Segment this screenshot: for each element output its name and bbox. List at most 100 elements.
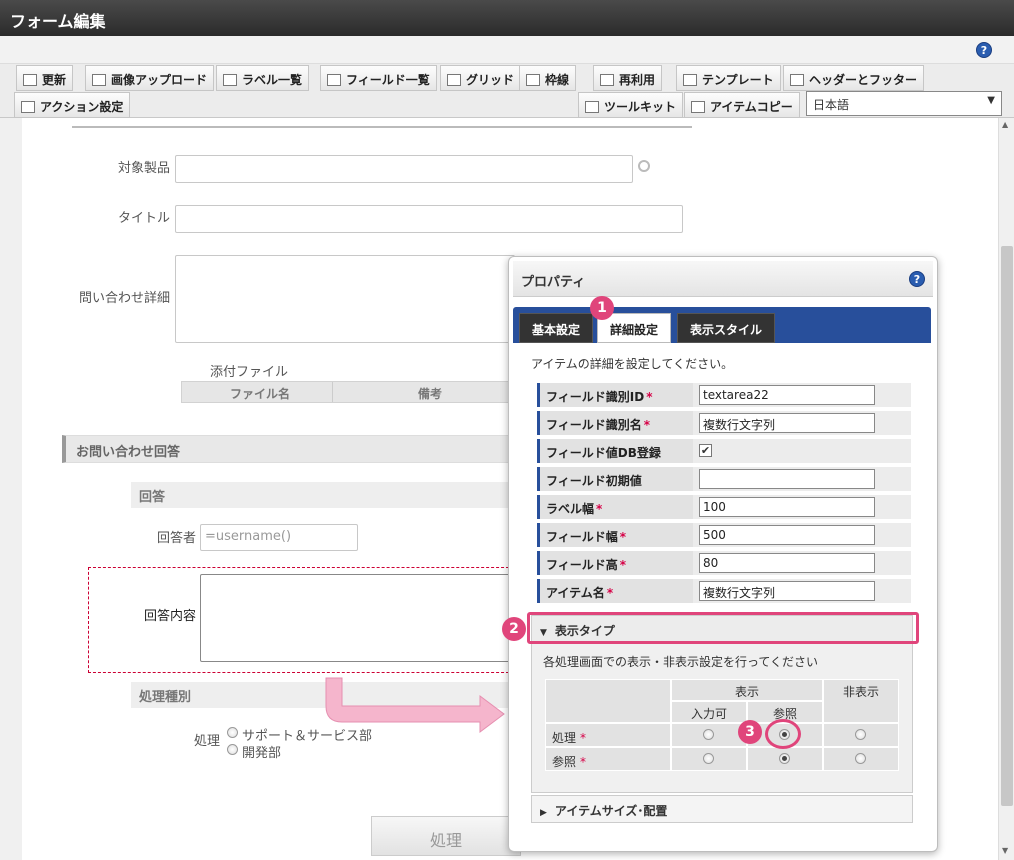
target-product-label: 対象製品 xyxy=(117,161,170,176)
property-label: アイテム名 * xyxy=(537,579,693,603)
toolbar-button-template[interactable]: テンプレート xyxy=(676,65,781,91)
property-tabs: 基本設定 詳細設定 表示スタイル xyxy=(513,307,931,343)
target-product-input[interactable] xyxy=(175,155,633,183)
display-radio-input[interactable] xyxy=(703,729,714,740)
property-input[interactable]: 500 xyxy=(699,525,875,545)
display-radio-hide[interactable] xyxy=(855,753,866,764)
property-row: フィールド識別ID * textarea22 xyxy=(537,383,911,407)
grid-icon xyxy=(447,74,461,86)
item-size-header[interactable]: ▶ アイテムサイズ･配置 xyxy=(531,795,913,823)
top-divider xyxy=(72,126,692,128)
display-radio-hide[interactable] xyxy=(855,729,866,740)
tab-display-style[interactable]: 表示スタイル xyxy=(677,313,776,343)
property-label: フィールド高 * xyxy=(537,551,693,575)
reuse-icon xyxy=(600,74,614,86)
col-input-header: 入力可 xyxy=(671,701,747,723)
toolbar-button-label-list[interactable]: ラベル一覧 xyxy=(216,65,310,91)
label-list-icon xyxy=(223,74,237,86)
chevron-down-icon: ▼ xyxy=(987,95,995,106)
property-input[interactable] xyxy=(699,469,875,489)
scroll-up-icon[interactable]: ▲ xyxy=(1002,120,1008,129)
property-panel: プロパティ ? 基本設定 詳細設定 表示スタイル アイテムの詳細を設定してくださ… xyxy=(508,256,938,852)
property-row: アイテム名 * 複数行文字列 xyxy=(537,579,911,603)
scroll-down-icon[interactable]: ▼ xyxy=(1002,846,1008,855)
answerer-input[interactable]: =username() xyxy=(200,524,358,551)
answer-content-textarea[interactable] xyxy=(200,574,512,662)
property-input[interactable]: 100 xyxy=(699,497,875,517)
process-option-dev-radio[interactable] xyxy=(227,744,238,755)
required-mark: * xyxy=(643,418,651,432)
ref-radio-highlight xyxy=(765,719,801,749)
process-option-dev-label: 開発部 xyxy=(242,746,282,761)
display-radio-ref[interactable] xyxy=(779,753,790,764)
db-register-checkbox[interactable]: ✔ xyxy=(699,444,712,457)
toolkit-icon xyxy=(585,101,599,113)
action-settings-button[interactable]: アクション設定 xyxy=(14,92,131,118)
property-row: フィールド幅 * 500 xyxy=(537,523,911,547)
property-input[interactable]: 複数行文字列 xyxy=(699,581,875,601)
property-input[interactable]: 複数行文字列 xyxy=(699,413,875,433)
item-copy-icon xyxy=(691,101,705,113)
item-copy-button[interactable]: アイテムコピー xyxy=(684,92,800,118)
attachment-table-header: ファイル名 備考 xyxy=(181,381,511,403)
required-mark: * xyxy=(596,502,603,516)
property-label: ラベル幅 * xyxy=(537,495,693,519)
step-badge-3: 3 xyxy=(738,720,762,744)
required-mark: * xyxy=(646,390,653,404)
attachment-col-filename: ファイル名 xyxy=(230,387,291,401)
toolbar-button-reuse[interactable]: 再利用 xyxy=(593,65,663,91)
answer-content-label: 回答内容 xyxy=(143,609,196,624)
display-radio-input[interactable] xyxy=(703,753,714,764)
property-label: フィールド識別ID * xyxy=(537,383,693,407)
property-help-icon[interactable]: ? xyxy=(909,271,925,287)
display-row-label: 参照 * xyxy=(545,747,671,771)
step-badge-2: 2 xyxy=(502,617,526,641)
tab-basic-settings[interactable]: 基本設定 xyxy=(519,313,594,343)
toolbar-button-header-footer[interactable]: ヘッダーとフッター xyxy=(783,65,925,91)
property-row: フィールド値DB登録 ✔ xyxy=(537,439,911,463)
process-label: 処理 xyxy=(193,734,220,749)
step-badge-1: 1 xyxy=(590,296,614,320)
property-row: フィールド識別名 * 複数行文字列 xyxy=(537,411,911,435)
scroll-thumb[interactable] xyxy=(1001,246,1013,806)
col-hide-header: 非表示 xyxy=(823,679,899,723)
border-icon xyxy=(526,74,540,86)
property-label: フィールド初期値 xyxy=(537,467,693,491)
toolbar-button-image-upload[interactable]: 画像アップロード xyxy=(85,65,215,91)
attachment-col-note: 備考 xyxy=(418,387,443,401)
answer-sub-header: 回答 xyxy=(131,482,511,508)
property-description: アイテムの詳細を設定してください。 xyxy=(531,357,734,371)
property-label: フィールド値DB登録 xyxy=(537,439,693,463)
toolkit-button[interactable]: ツールキット xyxy=(578,92,684,118)
required-mark: * xyxy=(619,530,627,544)
help-icon[interactable]: ? xyxy=(976,42,992,58)
search-icon[interactable] xyxy=(638,160,650,172)
property-input[interactable]: textarea22 xyxy=(699,385,875,405)
toolbar-button-border[interactable]: 枠線 xyxy=(519,65,577,91)
template-icon xyxy=(683,74,697,86)
toolbar-button-update[interactable]: 更新 xyxy=(16,65,74,91)
pink-arrow-icon xyxy=(325,677,505,733)
display-type-description: 各処理画面での表示・非表示設定を行ってください xyxy=(543,655,819,669)
answer-section-header: お問い合わせ回答 xyxy=(62,435,512,463)
process-option-support-radio[interactable] xyxy=(227,727,238,738)
title-input[interactable] xyxy=(175,205,683,233)
property-panel-title: プロパティ ? xyxy=(513,261,933,297)
display-type-highlight xyxy=(527,612,919,644)
property-label: フィールド識別名 * xyxy=(537,411,693,435)
language-select[interactable]: 日本語 ▼ xyxy=(806,91,1002,116)
property-input[interactable]: 80 xyxy=(699,553,875,573)
property-row: ラベル幅 * 100 xyxy=(537,495,911,519)
action-settings-icon xyxy=(21,101,35,113)
field-list-icon xyxy=(327,74,341,86)
update-icon xyxy=(23,74,37,86)
vertical-scrollbar[interactable]: ▲ ▼ xyxy=(998,118,1014,860)
inquiry-detail-textarea[interactable] xyxy=(175,255,515,343)
col-show-header: 表示 xyxy=(671,679,823,701)
caret-right-icon: ▶ xyxy=(540,808,547,818)
process-button[interactable]: 処理 xyxy=(371,816,521,856)
toolbar-button-field-list[interactable]: フィールド一覧 xyxy=(320,65,437,91)
property-row: フィールド初期値 xyxy=(537,467,911,491)
toolbar-button-grid[interactable]: グリッド xyxy=(440,65,522,91)
title-label: タイトル xyxy=(117,211,170,226)
